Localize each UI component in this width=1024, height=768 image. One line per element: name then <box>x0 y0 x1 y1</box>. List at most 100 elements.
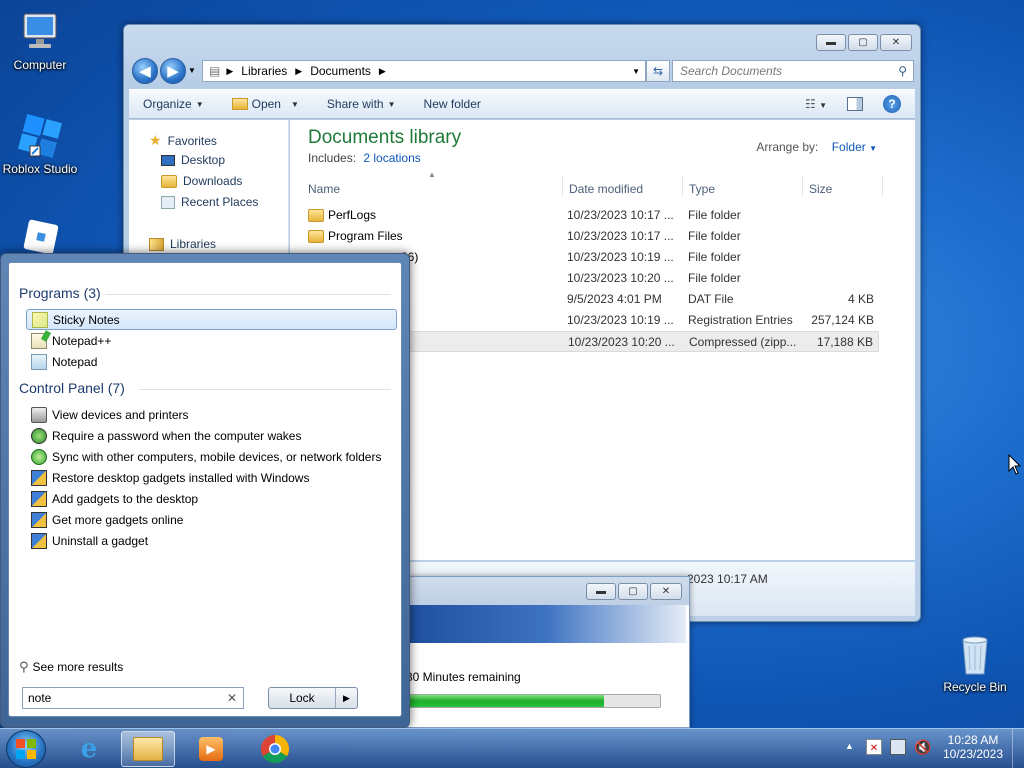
taskbar-media-player[interactable]: ▶ <box>184 731 238 767</box>
file-type: File folder <box>688 271 741 285</box>
gadgets-icon <box>31 532 47 549</box>
start-menu: Programs (3) Sticky Notes Notepad++ Note… <box>0 253 410 728</box>
nav-recent-places[interactable]: Recent Places <box>161 195 258 209</box>
file-type: Registration Entries <box>688 313 793 327</box>
breadcrumb-separator-icon[interactable]: ▶ <box>226 66 233 77</box>
desktop-icon-computer[interactable]: Computer <box>0 8 80 72</box>
recent-places-icon <box>161 195 175 209</box>
gadgets-icon <box>31 469 47 486</box>
lock-button-label: Lock <box>289 691 315 705</box>
file-row[interactable]: Program Files 10/23/2023 10:17 ... File … <box>303 226 879 247</box>
column-divider[interactable] <box>562 176 563 196</box>
breadcrumb-libraries[interactable]: Libraries <box>241 64 287 78</box>
programs-group-header[interactable]: Programs (3) <box>19 285 101 301</box>
shutdown-options-arrow[interactable]: ▶ <box>335 688 357 708</box>
folder-icon <box>308 209 324 222</box>
clock[interactable]: 10:28 AM 10/23/2023 <box>938 733 1008 761</box>
recent-pages-dropdown[interactable]: ▼ <box>188 66 196 75</box>
column-header-name[interactable]: Name <box>308 182 340 196</box>
search-icon[interactable]: ⚲ <box>898 64 907 78</box>
share-with-button[interactable]: Share with ▼ <box>313 97 410 111</box>
view-options-icon[interactable]: ☷ ▼ <box>805 97 827 111</box>
file-type: File folder <box>688 250 741 264</box>
time-remaining-text: 30 Minutes remaining <box>406 670 521 684</box>
volume-icon[interactable]: 🔇 <box>914 739 931 756</box>
result-devices-printers[interactable]: View devices and printers <box>26 404 397 425</box>
column-divider[interactable] <box>802 176 803 196</box>
result-require-password[interactable]: Require a password when the computer wak… <box>26 425 397 446</box>
preview-pane-icon[interactable] <box>847 97 863 111</box>
column-divider[interactable] <box>882 176 883 196</box>
nav-libraries[interactable]: Libraries <box>149 237 216 251</box>
open-button[interactable]: Open ▼ <box>218 97 313 111</box>
column-header-size[interactable]: Size <box>809 182 832 196</box>
navigation-bar: ◀ ▶ ▼ ▤ ▶ Libraries ▶ Documents ▶ ▼ ⇆ Se… <box>132 58 914 84</box>
breadcrumb-separator-icon[interactable]: ▶ <box>379 66 386 77</box>
libraries-icon <box>149 237 164 251</box>
network-icon[interactable] <box>890 739 906 755</box>
desktop-icon-roblox-studio[interactable]: Roblox Studio <box>0 112 80 176</box>
details-date-text: 2023 10:17 AM <box>687 572 768 586</box>
close-button[interactable]: ✕ <box>880 34 912 51</box>
result-more-gadgets[interactable]: Get more gadgets online <box>26 509 397 530</box>
close-button[interactable]: ✕ <box>650 583 682 600</box>
forward-button[interactable]: ▶ <box>160 58 186 84</box>
library-title: Documents library <box>308 127 462 148</box>
back-button[interactable]: ◀ <box>132 58 158 84</box>
address-bar[interactable]: ▤ ▶ Libraries ▶ Documents ▶ ▼ <box>202 60 646 82</box>
new-folder-button[interactable]: New folder <box>410 97 495 111</box>
show-hidden-icons-button[interactable]: ▲ <box>845 741 854 751</box>
maximize-button[interactable]: ▢ <box>848 34 878 51</box>
see-more-results-link[interactable]: ⚲ See more results <box>19 659 123 675</box>
file-size: 4 KB <box>847 292 874 306</box>
desktop-icon-label: Computer <box>13 58 67 72</box>
minimize-button[interactable]: ▬ <box>816 34 846 51</box>
show-desktop-button[interactable] <box>1012 729 1024 768</box>
result-add-gadgets[interactable]: Add gadgets to the desktop <box>26 488 397 509</box>
result-sync-center[interactable]: Sync with other computers, mobile device… <box>26 446 397 467</box>
minimize-button[interactable]: ▬ <box>586 583 616 600</box>
search-box[interactable]: Search Documents ⚲ <box>672 60 914 82</box>
clear-search-icon[interactable]: ✕ <box>227 691 237 705</box>
desktop-icon-recycle-bin[interactable]: Recycle Bin <box>935 630 1015 694</box>
action-center-icon[interactable]: ✕ <box>866 739 882 755</box>
address-dropdown-icon[interactable]: ▼ <box>632 67 640 76</box>
taskbar-windows-explorer[interactable] <box>121 731 175 767</box>
includes-label: Includes: <box>308 151 357 165</box>
file-row[interactable]: PerfLogs 10/23/2023 10:17 ... File folde… <box>303 205 879 226</box>
nav-favorites[interactable]: ★ Favorites <box>149 132 217 149</box>
arrange-by-label: Arrange by: <box>756 140 819 154</box>
progress-window[interactable]: ▬ ▢ ✕ 30 Minutes remaining <box>405 576 690 728</box>
start-button[interactable] <box>6 730 46 768</box>
star-icon: ★ <box>149 132 162 148</box>
result-notepadpp[interactable]: Notepad++ <box>26 329 397 351</box>
file-name: Program Files <box>328 229 403 243</box>
folder-icon <box>308 230 324 243</box>
column-header-date[interactable]: Date modified <box>569 182 643 196</box>
search-placeholder: Search Documents <box>680 64 783 78</box>
includes-locations-link[interactable]: 2 locations <box>363 151 420 165</box>
lock-button[interactable]: Lock ▶ <box>268 687 358 709</box>
result-sticky-notes[interactable]: Sticky Notes <box>26 309 397 330</box>
nav-desktop[interactable]: Desktop <box>161 153 225 167</box>
help-icon[interactable]: ? <box>883 95 901 113</box>
organize-button[interactable]: Organize ▼ <box>129 97 218 111</box>
column-header-type[interactable]: Type <box>689 182 715 196</box>
nav-downloads[interactable]: Downloads <box>161 174 242 188</box>
breadcrumb-separator-icon[interactable]: ▶ <box>295 66 302 77</box>
taskbar-internet-explorer[interactable]: e <box>62 731 116 767</box>
result-notepad[interactable]: Notepad <box>26 351 397 372</box>
taskbar-chrome[interactable] <box>248 731 302 767</box>
refresh-button[interactable]: ⇆ <box>646 60 670 82</box>
maximize-button[interactable]: ▢ <box>618 583 648 600</box>
arrange-by-dropdown[interactable]: Folder ▼ <box>832 140 877 154</box>
start-search-input[interactable]: note ✕ <box>22 687 244 709</box>
control-panel-group-header[interactable]: Control Panel (7) <box>19 380 125 396</box>
breadcrumb-documents[interactable]: Documents <box>310 64 371 78</box>
result-restore-gadgets[interactable]: Restore desktop gadgets installed with W… <box>26 467 397 488</box>
column-divider[interactable] <box>682 176 683 196</box>
taskbar: e ▶ ▲ ✕ 🔇 10:28 AM 10/23/2023 <box>0 728 1024 768</box>
progress-bar <box>406 694 661 708</box>
windows-logo-icon <box>16 739 36 759</box>
result-uninstall-gadget[interactable]: Uninstall a gadget <box>26 530 397 551</box>
